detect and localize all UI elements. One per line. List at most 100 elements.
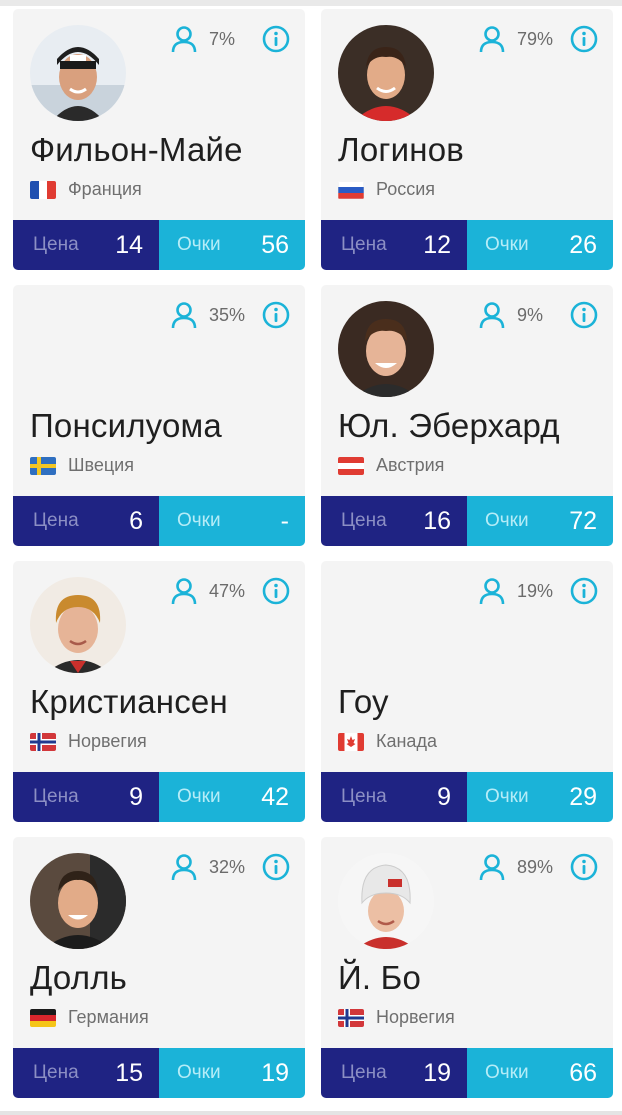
price-cell: Цена 15: [13, 1048, 159, 1098]
country-name: Германия: [68, 1007, 149, 1027]
player-avatar: [338, 301, 434, 397]
stats-bar: Цена 12 Очки 26: [321, 220, 613, 270]
price-label: Цена: [33, 510, 79, 531]
price-cell: Цена 9: [321, 772, 467, 822]
price-value: 19: [423, 1058, 451, 1087]
player-country: Австрия: [338, 455, 444, 476]
user-icon: [171, 578, 197, 605]
points-label: Очки: [485, 234, 529, 255]
player-card[interactable]: 32% Долль Германия Цена 15 Очки 19: [13, 837, 305, 1098]
player-country: Норвегия: [30, 731, 147, 752]
points-value: 26: [569, 230, 597, 259]
points-label: Очки: [177, 786, 221, 807]
bottom-divider: [0, 1111, 622, 1115]
ownership-percent: 7%: [209, 28, 236, 49]
user-icon: [479, 26, 505, 53]
price-cell: Цена 6: [13, 496, 159, 546]
player-name: Кристиансен: [30, 683, 228, 720]
ownership-indicator: 47%: [171, 576, 245, 606]
player-name: Логинов: [338, 131, 464, 168]
player-country: Германия: [30, 1007, 149, 1028]
price-cell: Цена 14: [13, 220, 159, 270]
ownership-percent: 79%: [517, 28, 554, 49]
ownership-indicator: 32%: [171, 852, 245, 882]
info-icon[interactable]: [570, 25, 598, 53]
stats-bar: Цена 16 Очки 72: [321, 496, 613, 546]
norway-flag-icon: [30, 732, 56, 751]
player-name: Юл. Эберхард: [338, 407, 560, 444]
country-name: Канада: [376, 731, 437, 751]
country-name: Норвегия: [376, 1007, 455, 1027]
ownership-percent: 47%: [209, 580, 246, 601]
points-label: Очки: [485, 1062, 529, 1083]
ownership-indicator: 89%: [479, 852, 553, 882]
info-icon[interactable]: [570, 577, 598, 605]
info-icon[interactable]: [570, 853, 598, 881]
user-icon: [479, 302, 505, 329]
sweden-flag-icon: [30, 456, 56, 475]
player-country: Швеция: [30, 455, 134, 476]
price-label: Цена: [341, 510, 387, 531]
country-name: Австрия: [376, 455, 445, 475]
price-value: 14: [115, 230, 143, 259]
player-card[interactable]: 47% Кристиансен Норвегия Цена 9 Очки 42: [13, 561, 305, 822]
player-avatar: [30, 853, 126, 949]
info-icon[interactable]: [262, 853, 290, 881]
points-value: 19: [261, 1058, 289, 1087]
points-cell: Очки 19: [159, 1048, 305, 1098]
ownership-percent: 89%: [517, 856, 554, 877]
user-icon: [171, 854, 197, 881]
price-value: 15: [115, 1058, 143, 1087]
canada-flag-icon: [338, 732, 364, 751]
price-label: Цена: [33, 786, 79, 807]
player-grid: 7% Фильон-Майе Франция Цена 14 Очки 56 7…: [13, 9, 613, 1098]
player-card[interactable]: 79% Логинов Россия Цена 12 Очки 26: [321, 9, 613, 270]
points-label: Очки: [485, 786, 529, 807]
info-icon[interactable]: [570, 301, 598, 329]
points-value: 66: [569, 1058, 597, 1087]
france-flag-icon: [30, 180, 56, 199]
points-value: -: [280, 506, 289, 535]
info-icon[interactable]: [262, 577, 290, 605]
player-card[interactable]: 9% Юл. Эберхард Австрия Цена 16 Очки 72: [321, 285, 613, 546]
price-label: Цена: [33, 1062, 79, 1083]
stats-bar: Цена 9 Очки 29: [321, 772, 613, 822]
country-name: Норвегия: [68, 731, 147, 751]
price-value: 16: [423, 506, 451, 535]
player-card[interactable]: 7% Фильон-Майе Франция Цена 14 Очки 56: [13, 9, 305, 270]
price-value: 12: [423, 230, 451, 259]
player-avatar: [338, 25, 434, 121]
germany-flag-icon: [30, 1008, 56, 1027]
price-cell: Цена 16: [321, 496, 467, 546]
player-card[interactable]: 19% Гоу Канада Цена 9 Очки 29: [321, 561, 613, 822]
user-icon: [479, 854, 505, 881]
player-country: Норвегия: [338, 1007, 455, 1028]
player-card[interactable]: 35% Понсилуома Швеция Цена 6 Очки -: [13, 285, 305, 546]
info-icon[interactable]: [262, 301, 290, 329]
player-avatar: [30, 25, 126, 121]
stats-bar: Цена 15 Очки 19: [13, 1048, 305, 1098]
player-avatar: [30, 577, 126, 673]
price-label: Цена: [341, 234, 387, 255]
country-name: Франция: [68, 179, 142, 199]
player-name: Долль: [30, 959, 128, 996]
ownership-indicator: 7%: [171, 24, 235, 54]
norway-flag-icon: [338, 1008, 364, 1027]
ownership-percent: 35%: [209, 304, 246, 325]
points-cell: Очки -: [159, 496, 305, 546]
country-name: Швеция: [68, 455, 134, 475]
stats-bar: Цена 19 Очки 66: [321, 1048, 613, 1098]
price-value: 9: [437, 782, 451, 811]
player-card[interactable]: 89% Й. Бо Норвегия Цена 19 Очки 66: [321, 837, 613, 1098]
player-name: Понсилуома: [30, 407, 222, 444]
user-icon: [171, 26, 197, 53]
ownership-indicator: 35%: [171, 300, 245, 330]
stats-bar: Цена 14 Очки 56: [13, 220, 305, 270]
points-label: Очки: [485, 510, 529, 531]
austria-flag-icon: [338, 456, 364, 475]
user-icon: [479, 578, 505, 605]
points-label: Очки: [177, 1062, 221, 1083]
price-cell: Цена 19: [321, 1048, 467, 1098]
price-label: Цена: [33, 234, 79, 255]
info-icon[interactable]: [262, 25, 290, 53]
